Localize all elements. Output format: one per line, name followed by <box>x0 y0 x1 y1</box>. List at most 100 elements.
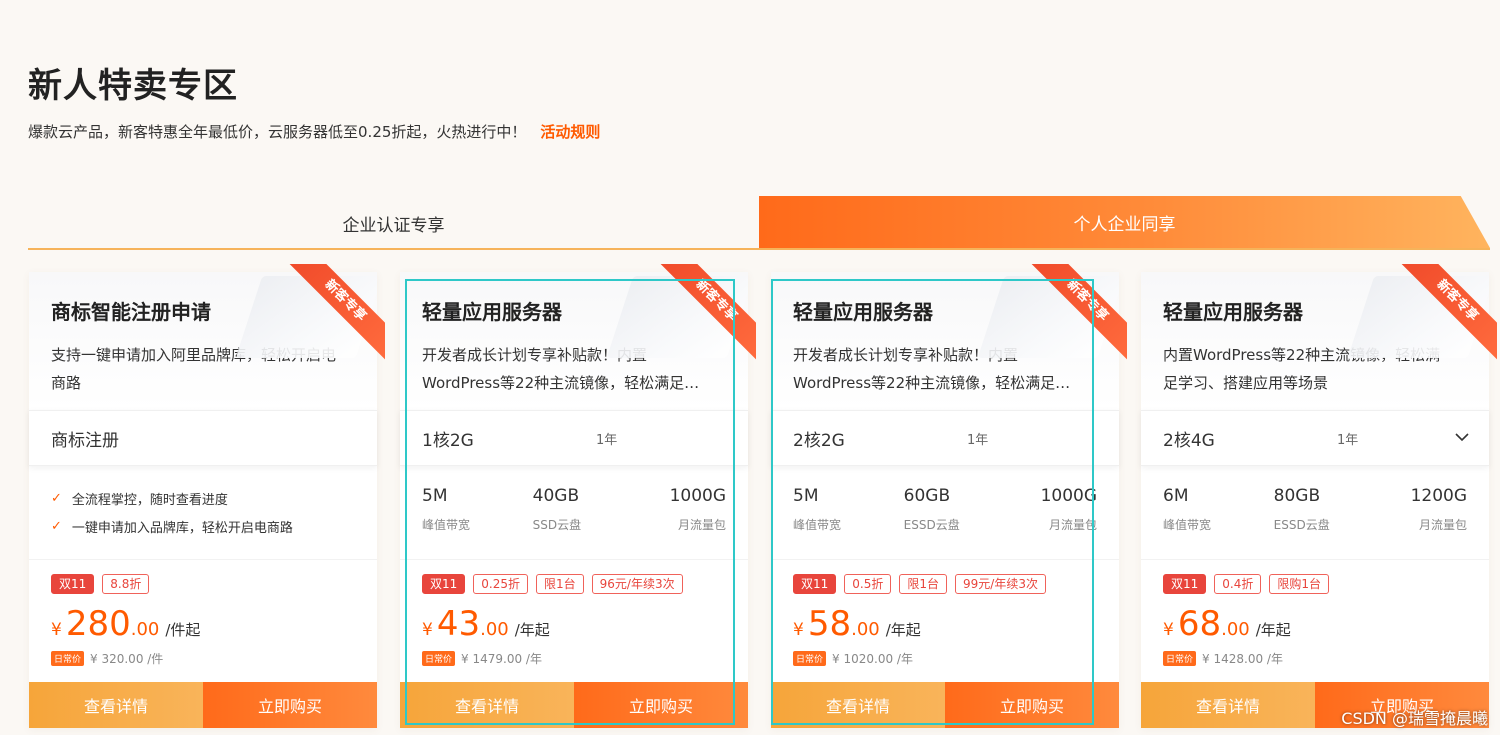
price-currency: ¥ <box>422 620 433 640</box>
spec-label: 月流量包 <box>1419 518 1468 532</box>
spec-selector[interactable]: 2核4G 1年 <box>1141 410 1489 466</box>
price: ¥68.00/年起 <box>1163 604 1467 644</box>
ribbon-label: 新客专享 <box>660 264 756 360</box>
view-details-button[interactable]: 查看详情 <box>1141 682 1315 728</box>
regular-price-badge: 日常价 <box>793 651 827 666</box>
price-currency: ¥ <box>51 620 62 640</box>
spec-selector[interactable]: 2核2G 1年 <box>771 410 1119 466</box>
spec-label: 月流量包 <box>678 518 727 532</box>
spec-selector[interactable]: 商标注册 <box>29 410 377 466</box>
promo-tag-discount: 8.8折 <box>102 574 150 594</box>
spec-label: 1核2G <box>422 430 474 451</box>
spec-details: 6M 峰值带宽 80GB ESSD云盘 1200G 月流量包 <box>1141 466 1489 560</box>
spec-label: SSD云盘 <box>532 518 582 532</box>
promo-tags: 双11 0.25折 限1台 96元/年续3次 <box>422 574 726 594</box>
view-details-button[interactable]: 查看详情 <box>771 682 945 728</box>
regular-price: ¥ 320.00 /件 <box>90 652 164 666</box>
spec-bandwidth: 6M 峰值带宽 <box>1163 486 1260 559</box>
spec-value: 60GB <box>903 486 951 506</box>
spec-value: 5M <box>422 486 448 506</box>
feature-list: ✓ 全流程掌控，随时查看进度 ✓ 一键申请加入品牌库，轻松开启电商路 <box>29 466 377 560</box>
tab-underline <box>28 248 1490 250</box>
regular-price-badge: 日常价 <box>422 651 456 666</box>
duration-label: 1年 <box>967 432 989 448</box>
product-card-lightweight-server-2c4g: 轻量应用服务器 内置WordPress等22种主流镜像，轻松满足学习、搭建应用等… <box>1141 264 1497 728</box>
price: ¥58.00/年起 <box>793 604 1097 644</box>
original-price: 日常价 ¥ 320.00 /件 <box>51 650 355 667</box>
price-currency: ¥ <box>1163 620 1174 640</box>
spec-value: 1000G <box>669 486 727 506</box>
regular-price-badge: 日常价 <box>51 651 85 666</box>
spec-value: 5M <box>793 486 819 506</box>
promo-tag-limit: 限1台 <box>536 574 584 594</box>
regular-price: ¥ 1020.00 /年 <box>832 652 913 666</box>
product-card-lightweight-server-1c2g: 轻量应用服务器 开发者成长计划专享补贴款！内置WordPress等22种主流镜像… <box>400 264 756 728</box>
spec-details: 5M 峰值带宽 60GB ESSD云盘 1000G 月流量包 <box>771 466 1119 560</box>
duration-label: 1年 <box>1337 432 1359 448</box>
card-actions: 查看详情 立即购买 <box>400 682 748 728</box>
spec-value: 1200G <box>1410 486 1468 506</box>
price: ¥280.00/件起 <box>51 604 355 644</box>
price-unit: /件起 <box>165 621 201 639</box>
price-area: 双11 0.5折 限1台 99元/年续3次 ¥58.00/年起 日常价 ¥ 102… <box>771 560 1119 680</box>
spec-value: 80GB <box>1273 486 1321 506</box>
regular-price: ¥ 1428.00 /年 <box>1202 652 1283 666</box>
tab-bar: 企业认证专享 个人企业同享 <box>28 196 1490 250</box>
ribbon-label: 新客专享 <box>1401 264 1497 360</box>
buy-now-button[interactable]: 立即购买 <box>574 682 748 728</box>
spec-value: 1000G <box>1040 486 1098 506</box>
original-price: 日常价 ¥ 1020.00 /年 <box>793 650 1097 667</box>
page-title: 新人特卖专区 <box>28 66 238 106</box>
new-customer-ribbon: 新客专享 <box>1401 264 1497 360</box>
spec-label: 2核4G <box>1163 430 1215 451</box>
price: ¥43.00/年起 <box>422 604 726 644</box>
check-icon: ✓ <box>51 518 62 534</box>
spec-label: 商标注册 <box>51 430 119 451</box>
promo-tag-double11: 双11 <box>51 574 95 594</box>
promo-tag-renewal: 96元/年续3次 <box>591 574 683 594</box>
promo-tags: 双11 0.4折 限购1台 <box>1163 574 1467 594</box>
spec-disk: 40GB SSD云盘 <box>519 486 630 559</box>
promo-tag-renewal: 99元/年续3次 <box>955 574 1046 594</box>
feature-text: 全流程掌控，随时查看进度 <box>71 492 228 508</box>
promo-tag-limit: 限购1台 <box>1269 574 1330 594</box>
page-subtitle: 爆款云产品，新客特惠全年最低价，云服务器低至0.25折起，火热进行中！ 活动规则 <box>28 121 600 142</box>
spec-selector[interactable]: 1核2G 1年 <box>400 410 748 466</box>
price-unit: /年起 <box>885 621 921 639</box>
chevron-down-icon[interactable] <box>1455 430 1469 446</box>
spec-traffic: 1000G 月流量包 <box>629 486 726 559</box>
spec-label: ESSD云盘 <box>903 518 960 532</box>
price-unit: /年起 <box>1255 621 1291 639</box>
promo-tag-discount: 0.5折 <box>844 574 892 594</box>
tab-enterprise-certified[interactable]: 企业认证专享 <box>28 196 759 250</box>
tab-personal-enterprise[interactable]: 个人企业同享 <box>759 196 1490 248</box>
spec-bandwidth: 5M 峰值带宽 <box>793 486 890 559</box>
feature-item: ✓ 一键申请加入品牌库，轻松开启电商路 <box>51 512 355 540</box>
price-decimal: .00 <box>851 619 880 640</box>
spec-disk: 80GB ESSD云盘 <box>1260 486 1371 559</box>
buy-now-button[interactable]: 立即购买 <box>203 682 377 728</box>
price-decimal: .00 <box>480 619 509 640</box>
promo-tag-double11: 双11 <box>422 574 466 594</box>
promo-tags: 双11 8.8折 <box>51 574 355 594</box>
activity-rules-link[interactable]: 活动规则 <box>540 123 600 141</box>
view-details-button[interactable]: 查看详情 <box>400 682 574 728</box>
new-customer-ribbon: 新客专享 <box>289 264 385 360</box>
buy-now-button[interactable]: 立即购买 <box>945 682 1119 728</box>
ribbon-label: 新客专享 <box>1031 264 1127 360</box>
view-details-button[interactable]: 查看详情 <box>29 682 203 728</box>
price-area: 双11 0.25折 限1台 96元/年续3次 ¥43.00/年起 日常价 ¥ 14… <box>400 560 748 680</box>
spec-label: 月流量包 <box>1049 518 1098 532</box>
spec-traffic: 1200G 月流量包 <box>1370 486 1467 559</box>
promo-tag-limit: 限1台 <box>899 574 948 594</box>
watermark: CSDN @瑞雪掩晨曦 <box>1341 709 1488 728</box>
spec-bandwidth: 5M 峰值带宽 <box>422 486 519 559</box>
spec-disk: 60GB ESSD云盘 <box>890 486 1001 559</box>
new-customer-ribbon: 新客专享 <box>660 264 756 360</box>
spec-label: 峰值带宽 <box>422 518 471 532</box>
price-unit: /年起 <box>514 621 550 639</box>
new-customer-ribbon: 新客专享 <box>1031 264 1127 360</box>
promo-tag-double11: 双11 <box>1163 574 1207 594</box>
regular-price: ¥ 1479.00 /年 <box>461 652 542 666</box>
promo-tags: 双11 0.5折 限1台 99元/年续3次 <box>793 574 1097 594</box>
